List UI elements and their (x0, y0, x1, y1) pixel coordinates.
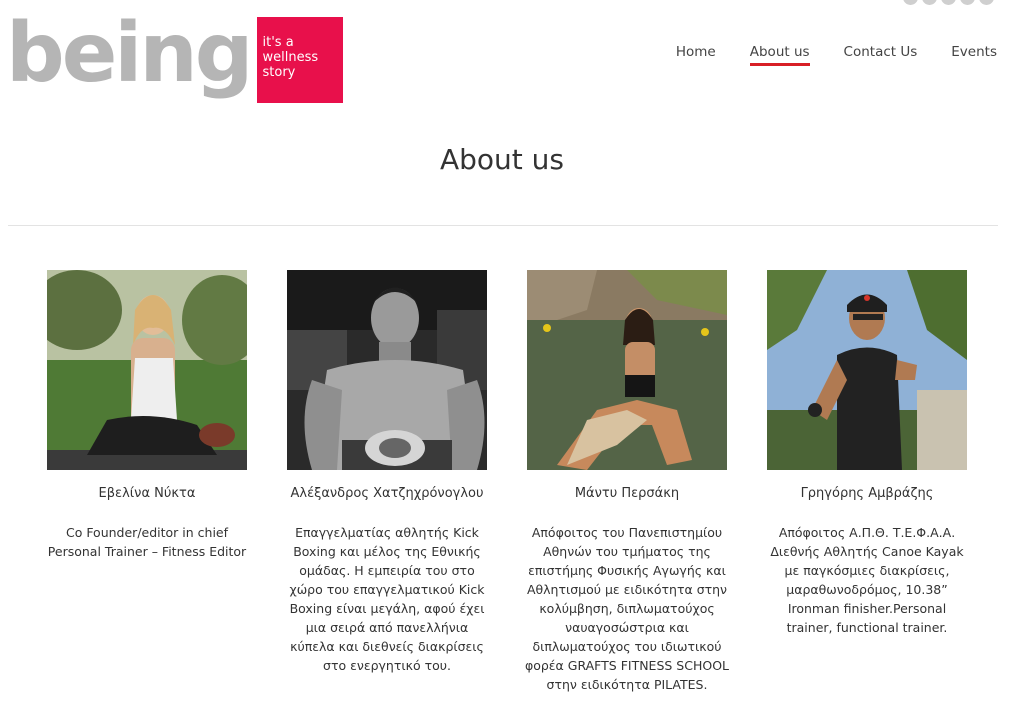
member-bio-line: Απόφοιτος του Πανεπιστημίου (531, 525, 723, 540)
member-bio-line: με παγκόσμιες διακρίσεις, (784, 563, 950, 578)
member-bio-line: Boxing είναι μεγάλη, αφού έχει (289, 601, 485, 616)
logo-tagline-line: story (262, 65, 296, 80)
main-nav: Home About us Contact Us Events (676, 44, 997, 66)
member-bio-line: ομάδας. Η εμπειρία του στο (299, 563, 475, 578)
dot (922, 0, 937, 5)
member-bio-line: trainer, functional trainer. (786, 620, 948, 635)
member-name: Μάντυ Περσάκη (574, 486, 680, 501)
member-photo (47, 270, 247, 470)
team-member-card: Γρηγόρης Αμβράζης Απόφοιτος Α.Π.Θ. Τ.Ε.Φ… (757, 270, 977, 637)
member-bio-line: Διεθνής Αθλητής Canoe Kayak (770, 544, 964, 559)
member-bio-line: Αθηνών του τμήματος της (543, 544, 711, 559)
nav-item-home[interactable]: Home (676, 44, 716, 66)
member-bio: Απόφοιτος του Πανεπιστημίου Αθηνών του τ… (517, 523, 737, 694)
member-bio-line: διπλωματούχος του ιδιωτικού (532, 639, 722, 654)
logo-tagline-box: it's a wellness story (256, 17, 343, 103)
top-decoration (903, 0, 994, 5)
member-bio-line: Boxing και μέλος της Εθνικής (293, 544, 481, 559)
member-bio-line: Co Founder/editor in chief (65, 525, 229, 540)
nav-item-about-us[interactable]: About us (749, 44, 810, 66)
member-photo (767, 270, 967, 470)
dot (960, 0, 975, 5)
member-bio-line: μαραθωνοδρόμος, 10.38” (786, 582, 948, 597)
member-bio-line: Ironman finisher.Personal (787, 601, 947, 616)
member-name: Γρηγόρης Αμβράζης (800, 486, 934, 501)
logo-tagline-line: it's a (262, 35, 294, 50)
member-bio-line: ναυαγοσώστρια και (565, 620, 689, 635)
logo-tagline-line: wellness (262, 50, 319, 65)
team-member-card: Αλέξανδρος Χατζηχρόνογλου Επαγγελματίας … (277, 270, 497, 675)
member-photo (287, 270, 487, 470)
nav-item-contact-us[interactable]: Contact Us (844, 44, 918, 66)
nav-item-events[interactable]: Events (951, 44, 997, 66)
member-photo (527, 270, 727, 470)
member-bio-line: κολύμβηση, διπλωματούχος (539, 601, 715, 616)
team-member-card: Μάντυ Περσάκη Απόφοιτος του Πανεπιστημίο… (517, 270, 737, 694)
logo-word: being (6, 6, 253, 101)
member-bio-line: φορέα GRAFTS FITNESS SCHOOL (524, 658, 730, 673)
member-bio-line: κύπελα και διεθνείς διακρίσεις (290, 639, 484, 654)
page-title: About us (439, 143, 565, 176)
member-name: Αλέξανδρος Χατζηχρόνογλου (290, 486, 484, 501)
member-bio-line: στο ενεργητικό του. (323, 658, 451, 673)
member-bio-line: χώρο του επαγγελματικού Kick (289, 582, 485, 597)
member-bio-line: Αθλητισμού με ειδικότητα στην (526, 582, 728, 597)
member-bio-line: μια σειρά από πανελλήνια (305, 620, 469, 635)
member-bio: Co Founder/editor in chief Personal Trai… (37, 523, 257, 561)
member-bio-line: Personal Trainer – Fitness Editor (47, 544, 247, 559)
member-bio-line: Απόφοιτος Α.Π.Θ. Τ.Ε.Φ.Α.Α. (778, 525, 956, 540)
member-bio-line: Επαγγελματίας αθλητής Kick (295, 525, 479, 540)
member-bio: Επαγγελματίας αθλητής Kick Boxing και μέ… (277, 523, 497, 675)
dot (979, 0, 994, 5)
dot (941, 0, 956, 5)
member-bio-line: στην ειδικότητα PILATES. (546, 677, 708, 692)
team-member-card: Εβελίνα Νύκτα Co Founder/editor in chief… (37, 270, 257, 561)
page: being it's a wellness story Home About u… (0, 0, 1018, 714)
dot (903, 0, 918, 5)
site-logo[interactable]: being it's a wellness story (6, 11, 343, 103)
member-bio-line: επιστήμης Φυσικής Αγωγής και (528, 563, 726, 578)
divider (8, 225, 998, 226)
member-bio: Απόφοιτος Α.Π.Θ. Τ.Ε.Φ.Α.Α. Διεθνής Αθλη… (757, 523, 977, 637)
member-name: Εβελίνα Νύκτα (98, 486, 196, 501)
